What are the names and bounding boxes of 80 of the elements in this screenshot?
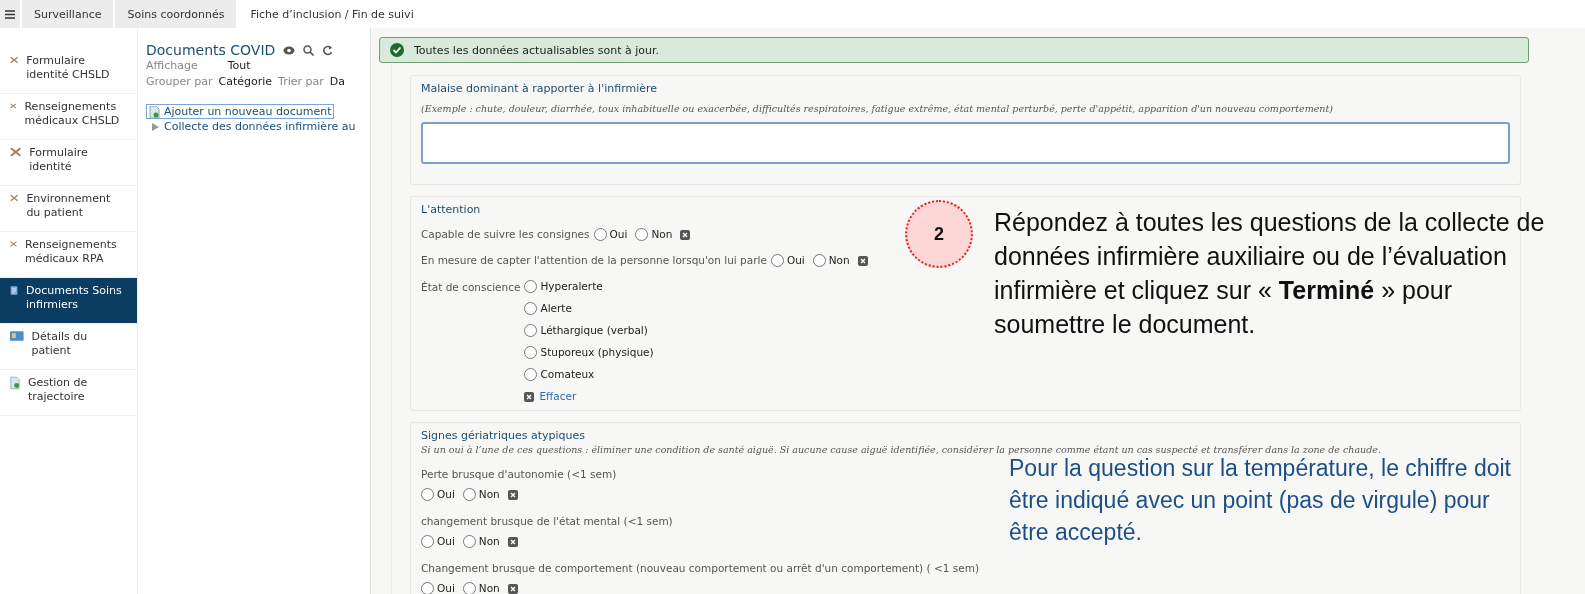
tab[interactable]: Soins coordonnés — [115, 0, 237, 28]
filter-value[interactable]: Tout — [227, 58, 251, 74]
radio-button[interactable] — [524, 280, 538, 293]
radio-option[interactable]: Stuporeux (physique) — [524, 345, 654, 360]
form-icon — [10, 146, 22, 158]
radio-option[interactable]: Oui — [421, 487, 455, 502]
radio-button[interactable] — [770, 254, 784, 267]
document-icon — [10, 284, 18, 297]
form-icon — [10, 100, 17, 112]
radio-button[interactable] — [524, 302, 538, 315]
section-title: Malaise dominant à rapporter à l'infirmière — [421, 82, 658, 95]
filter-label: Grouper par — [146, 74, 213, 90]
refresh-icon[interactable] — [322, 44, 334, 56]
panel-title: Documents COVID — [146, 42, 276, 58]
radio-option[interactable]: Non — [462, 487, 500, 502]
section-note: Si un oui à l’une de ces questions : éliminer une condition de santé aiguë. Si aucune cause aiguë identifiée, considérer la personne comme étant un cas suspecté et transférer dans la zone de chaude. — [421, 444, 1382, 455]
radio-button[interactable] — [421, 535, 434, 548]
clear-icon[interactable] — [857, 255, 868, 266]
add-document-button[interactable]: Ajouter un nouveau document — [146, 104, 335, 119]
radio-option[interactable]: Léthargique (verbal) — [524, 323, 648, 338]
clear-link[interactable]: Effacer — [524, 389, 577, 404]
section-note: (Exemple : chute, douleur, diarrhée, toux inhabituelle ou exacerbée, difficultés respiratoires, fatigue extrême, état mental perturbé, perte d'appétit, apparition d'un nouveau comportement) — [421, 103, 1334, 114]
radio-option[interactable]: Non — [462, 534, 500, 549]
form-icon — [10, 54, 19, 66]
step-number: 2 — [905, 200, 973, 268]
radio-option[interactable]: Comateux — [524, 367, 595, 382]
sidebar-item[interactable]: Documents Soins infirmiers — [0, 278, 137, 324]
radio-button[interactable] — [593, 228, 607, 241]
radio-option[interactable]: Hyperalerte — [524, 279, 603, 294]
radio-button[interactable] — [524, 324, 538, 337]
note-text: Pour la question sur la température, le chiffre doit être indiqué avec un point (pas de virgule) pour être accepté. — [1009, 455, 1512, 547]
add-document-icon[interactable] — [149, 105, 160, 118]
radio-option[interactable]: Oui — [421, 581, 455, 594]
question-label: Capable de suivre les consignes — [421, 227, 590, 242]
radio-option[interactable]: Non — [462, 581, 500, 594]
clear-label[interactable]: Effacer — [539, 389, 577, 404]
radio-option[interactable]: Oui — [770, 253, 805, 268]
card-icon — [10, 330, 24, 342]
radio-option[interactable]: Alerte — [524, 301, 572, 316]
filter-value[interactable]: Catégorie — [218, 74, 273, 90]
question-label: Changement brusque de comportement (nouveau comportement ou arrêt d'un comportement) ( <1 sem) — [421, 561, 980, 576]
tab[interactable]: Surveillance — [22, 0, 114, 28]
section-title: Signes gériatriques atypiques — [421, 429, 585, 442]
banner-text: Toutes les données actualisables sont à jour. — [414, 43, 659, 57]
radio-option[interactable]: Non — [812, 253, 850, 268]
filter-label: Affichage — [146, 58, 198, 74]
menu-icon[interactable] — [0, 0, 20, 28]
radio-button[interactable] — [812, 254, 826, 267]
radio-option[interactable]: Non — [635, 227, 673, 242]
clear-icon[interactable] — [524, 391, 535, 402]
radio-button[interactable] — [421, 582, 434, 594]
tree-item[interactable]: Collecte des données infirmière au — [146, 119, 370, 135]
question-label: Perte brusque d'autonomie (<1 sem) — [421, 467, 617, 482]
radio-button[interactable] — [462, 582, 476, 594]
question-label: En mesure de capter l'attention de la personne lorsqu'on lui parle — [421, 253, 767, 268]
expand-arrow-icon[interactable] — [152, 123, 159, 131]
form-icon — [10, 192, 19, 204]
section-title: L'attention — [421, 203, 481, 216]
add-document-icon — [10, 376, 20, 390]
radio-button[interactable] — [524, 368, 538, 381]
sort-value[interactable]: Da — [329, 74, 346, 90]
instruction-text: Répondez à toutes les questions de la collecte de données infirmière auxiliaire ou de l’évaluation infirmière et cliquez sur « Terminé » pour soumettre le document. — [994, 207, 1546, 340]
text-field[interactable] — [421, 122, 1510, 164]
question-label: changement brusque de l'état mental (<1 sem) — [421, 514, 673, 529]
sort-label: Trier par — [278, 74, 324, 90]
radio-button[interactable] — [635, 228, 649, 241]
check-icon — [390, 43, 404, 57]
clear-icon[interactable] — [507, 536, 518, 547]
radio-button[interactable] — [462, 535, 476, 548]
question-label: État de conscience — [421, 280, 521, 295]
radio-option[interactable]: Oui — [421, 534, 455, 549]
clear-icon[interactable] — [507, 489, 518, 500]
radio-option[interactable]: Oui — [593, 227, 628, 242]
clear-icon[interactable] — [507, 583, 518, 594]
radio-button[interactable] — [462, 488, 476, 501]
search-icon[interactable] — [303, 44, 315, 56]
radio-button[interactable] — [421, 488, 434, 501]
eye-icon[interactable] — [283, 45, 296, 55]
clear-icon[interactable] — [680, 229, 691, 240]
radio-button[interactable] — [524, 346, 538, 359]
